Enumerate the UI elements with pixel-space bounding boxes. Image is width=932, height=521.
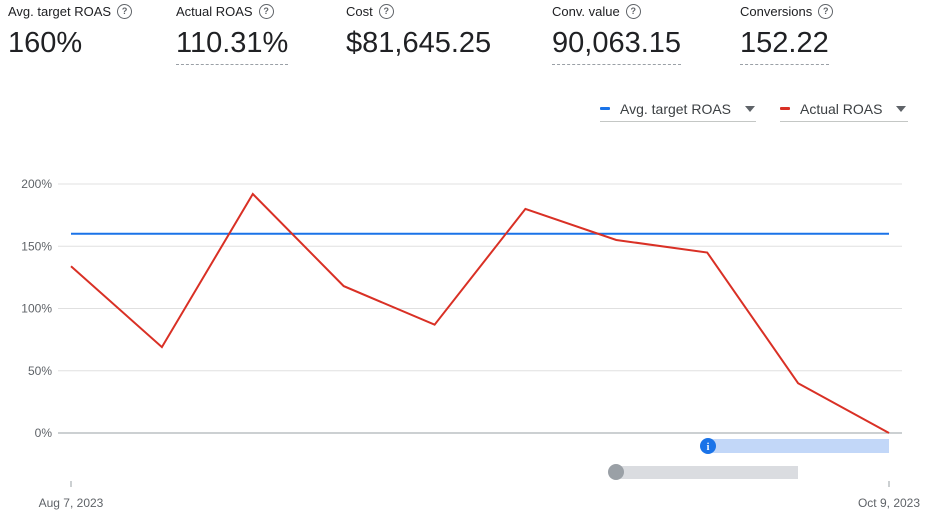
chart-series xyxy=(70,192,890,434)
roas-line-chart: 0% 50% 100% 150% 200% i Aug 7, 2023 Oct 9, 20… xyxy=(21,177,920,510)
y-tick-label: 100% xyxy=(21,302,52,316)
y-tick-label: 50% xyxy=(28,364,52,378)
chart-overlays: i xyxy=(608,438,889,480)
y-tick-label: 150% xyxy=(21,239,52,253)
y-tick-label: 0% xyxy=(35,426,53,440)
range-slider-handle[interactable] xyxy=(608,464,624,480)
y-axis-ticks: 0% 50% 100% 150% 200% xyxy=(21,177,52,440)
range-slider-track[interactable] xyxy=(616,466,798,479)
info-icon-glyph: i xyxy=(707,442,710,453)
y-tick-label: 200% xyxy=(21,177,52,191)
x-tick-label: Oct 9, 2023 xyxy=(858,496,920,510)
x-tick-label: Aug 7, 2023 xyxy=(39,496,104,510)
series-line-actual-roas xyxy=(70,192,890,434)
annotation-range-bar[interactable] xyxy=(708,439,889,453)
x-axis: Aug 7, 2023 Oct 9, 2023 xyxy=(39,481,920,510)
